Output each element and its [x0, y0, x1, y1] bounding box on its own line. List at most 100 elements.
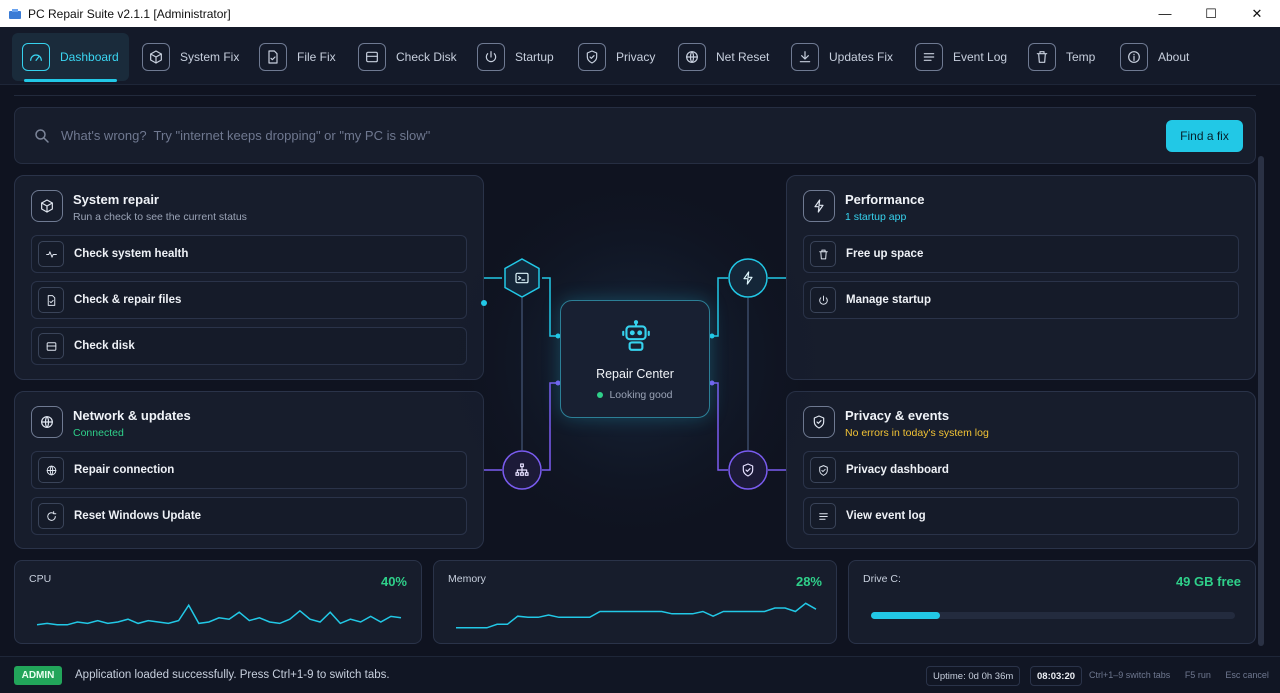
metric-value: 40%: [380, 574, 407, 589]
tab-label: Privacy: [616, 50, 656, 64]
tab-label: Net Reset: [716, 50, 770, 64]
hint-run: F5 run: [1184, 670, 1211, 680]
action-label: Repair connection: [74, 464, 175, 476]
clock-readout: 08:03:20: [1030, 666, 1083, 686]
privacy-dashboard-button[interactable]: Privacy dashboard: [803, 451, 1239, 489]
globe-icon: [31, 406, 63, 438]
search-input[interactable]: [61, 128, 1255, 143]
cube-icon: [31, 190, 63, 222]
power-icon: [477, 43, 505, 71]
scrollbar[interactable]: [1258, 156, 1264, 646]
action-label: Check disk: [74, 340, 135, 352]
hint-switch-tabs: Ctrl+1–9 switch tabs: [1089, 670, 1171, 680]
shield-icon: [578, 43, 606, 71]
robot-icon: [622, 320, 650, 351]
repair-center-status: Looking good: [561, 389, 709, 401]
app-logo-icon: [9, 8, 21, 19]
reset-windows-update-button[interactable]: Reset Windows Update: [31, 497, 467, 535]
tab-label: Event Log: [953, 50, 1008, 64]
download-icon: [791, 43, 819, 71]
tab-about[interactable]: About: [1110, 33, 1199, 81]
tab-label: Startup: [515, 50, 554, 64]
tab-label: About: [1158, 50, 1190, 64]
tab-dashboard[interactable]: Dashboard: [12, 33, 129, 82]
close-button[interactable]: ✕: [1234, 0, 1280, 27]
tab-label: Check Disk: [396, 50, 457, 64]
repair-connection-button[interactable]: Repair connection: [31, 451, 467, 489]
window-title: PC Repair Suite v2.1.1 [Administrator]: [28, 6, 231, 21]
divider: [14, 95, 1256, 96]
view-event-log-button[interactable]: View event log: [803, 497, 1239, 535]
pulse-icon: [38, 241, 64, 267]
globe-icon: [678, 43, 706, 71]
minimize-button[interactable]: —: [1142, 0, 1188, 27]
nav-bar: Dashboard System Fix File Fix Check Disk…: [0, 27, 1280, 85]
card-title: System repair: [73, 192, 159, 207]
maximize-button[interactable]: ☐: [1188, 0, 1234, 27]
gauge-icon: [22, 43, 50, 71]
shield-icon: [803, 406, 835, 438]
find-fix-button[interactable]: Find a fix: [1166, 120, 1243, 152]
tab-label: Updates Fix: [829, 50, 894, 64]
terminal-icon: [515, 272, 529, 284]
repair-center-title: Repair Center: [596, 367, 674, 381]
tab-updates-fix[interactable]: Updates Fix: [781, 33, 903, 81]
power-icon: [810, 287, 836, 313]
shield-icon: [742, 463, 754, 477]
info-icon: [1120, 43, 1148, 71]
tab-system-fix[interactable]: System Fix: [132, 33, 249, 81]
privacy-events-card: Privacy & events No errors in today's sy…: [786, 391, 1256, 549]
card-subtitle: No errors in today's system log: [845, 427, 989, 439]
lightning-icon: [743, 271, 753, 285]
tab-label: Temp: [1066, 50, 1096, 64]
network-updates-card: Network & updates Connected Repair conne…: [14, 391, 484, 549]
lightning-icon: [803, 190, 835, 222]
performance-card: Performance 1 startup app Free up space …: [786, 175, 1256, 380]
status-message: Application loaded successfully. Press C…: [75, 669, 390, 681]
admin-badge: ADMIN: [14, 665, 62, 685]
tab-startup[interactable]: Startup: [467, 33, 564, 81]
keyboard-hints: Ctrl+1–9 switch tabs F5 run Esc cancel: [1089, 670, 1280, 680]
privacy-node: [728, 450, 768, 490]
terminal-node: [502, 258, 542, 298]
drive-metric: Drive C: 49 GB free: [848, 560, 1256, 644]
check-system-health-button[interactable]: Check system health: [31, 235, 467, 273]
check-disk-button[interactable]: Check disk: [31, 327, 467, 365]
repair-center: Repair Center Looking good: [560, 300, 710, 418]
action-label: Manage startup: [846, 294, 931, 306]
metric-value: 49 GB free: [1175, 574, 1241, 589]
check-repair-files-button[interactable]: Check & repair files: [31, 281, 467, 319]
title-bar: PC Repair Suite v2.1.1 [Administrator] —…: [0, 0, 1280, 27]
network-icon: [515, 463, 529, 476]
list-icon: [915, 43, 943, 71]
performance-node: [728, 258, 768, 298]
tab-net-reset[interactable]: Net Reset: [668, 33, 779, 81]
free-up-space-button[interactable]: Free up space: [803, 235, 1239, 273]
file-check-icon: [38, 287, 64, 313]
search-icon: [35, 128, 49, 143]
tab-event-log[interactable]: Event Log: [905, 33, 1017, 81]
network-node: [502, 450, 542, 490]
metric-label: Drive C:: [863, 573, 901, 585]
shield-icon: [810, 457, 836, 483]
card-title: Privacy & events: [845, 408, 950, 423]
action-label: Free up space: [846, 248, 924, 260]
action-label: Check system health: [74, 248, 189, 260]
status-text: Looking good: [609, 389, 673, 401]
tab-file-fix[interactable]: File Fix: [249, 33, 346, 81]
uptime-readout: Uptime: 0d 0h 36m: [926, 666, 1021, 686]
tab-label: Dashboard: [60, 50, 119, 64]
action-label: Reset Windows Update: [74, 510, 202, 522]
trash-icon: [1028, 43, 1056, 71]
drive-usage-bar: [871, 612, 1235, 619]
disk-icon: [358, 43, 386, 71]
trash-icon: [810, 241, 836, 267]
tab-privacy[interactable]: Privacy: [568, 33, 665, 81]
cpu-sparkline: [36, 603, 402, 626]
tab-temp[interactable]: Temp: [1018, 33, 1105, 81]
status-bar: ADMIN Application loaded successfully. P…: [0, 656, 1280, 693]
action-label: View event log: [846, 510, 926, 522]
globe-icon: [38, 457, 64, 483]
manage-startup-button[interactable]: Manage startup: [803, 281, 1239, 319]
tab-check-disk[interactable]: Check Disk: [348, 33, 467, 81]
